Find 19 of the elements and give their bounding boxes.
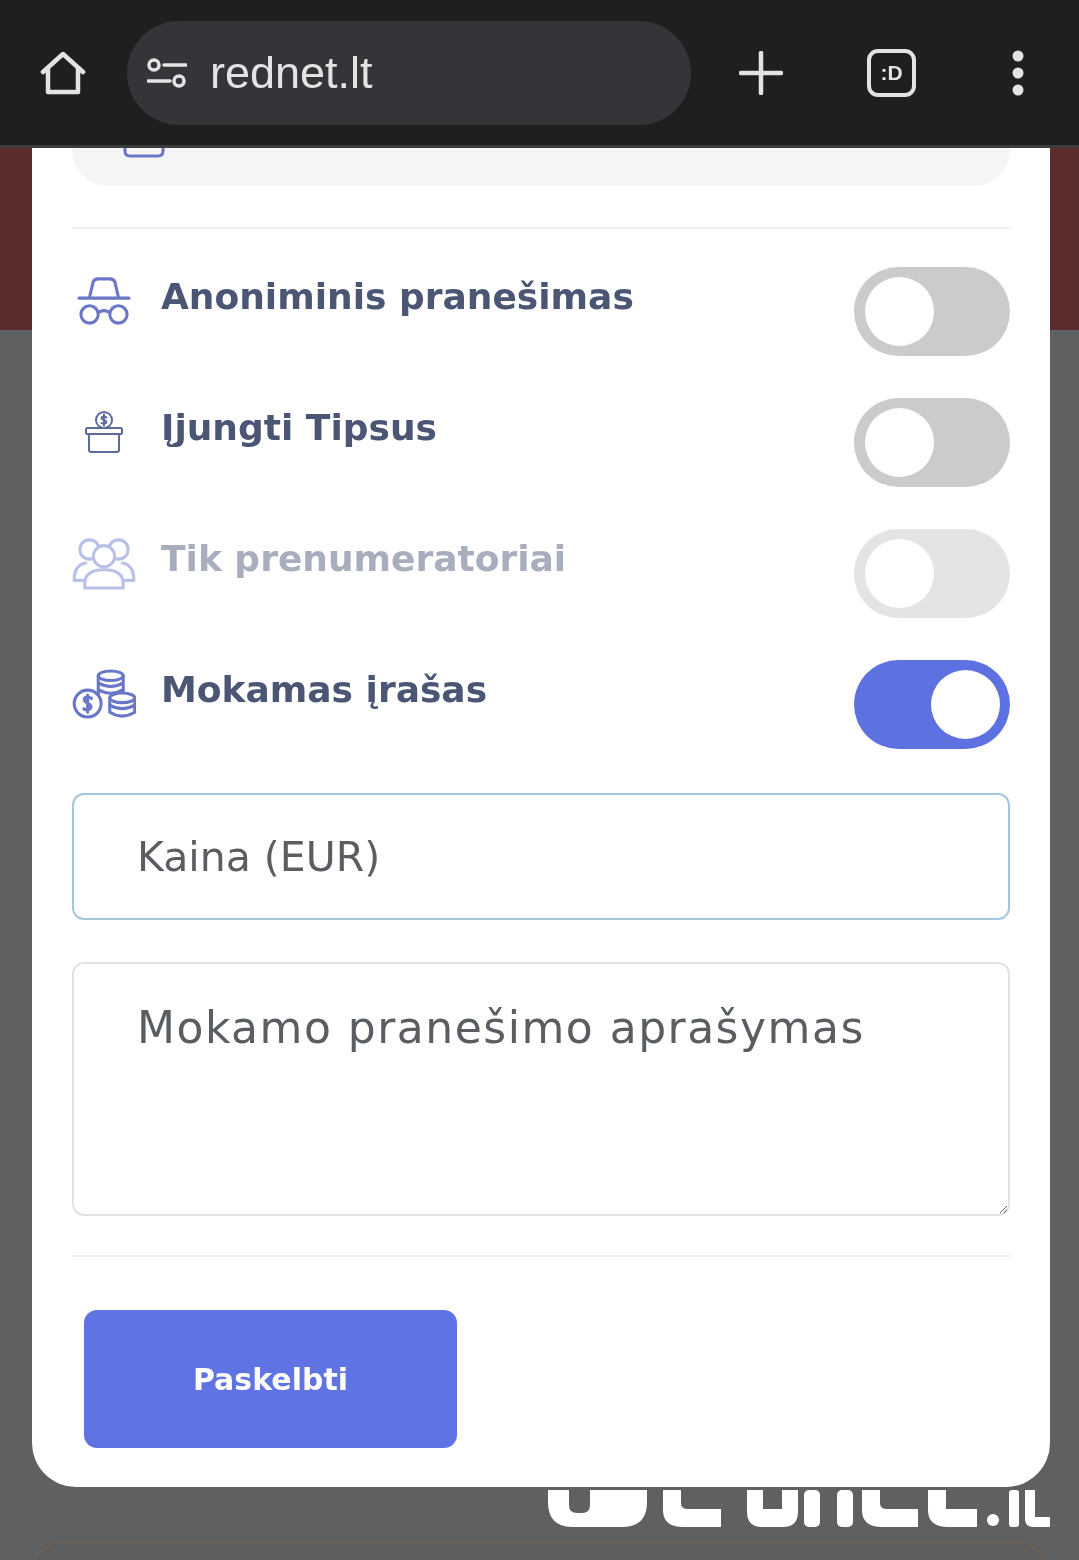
- toggle-label: Anoniminis pranešimas: [161, 276, 634, 318]
- publish-button[interactable]: Paskelbti: [84, 1310, 457, 1448]
- menu-icon[interactable]: [1010, 49, 1026, 96]
- address-bar[interactable]: rednet.lt: [127, 20, 691, 125]
- home-icon[interactable]: [40, 49, 86, 96]
- incognito-icon: [76, 276, 132, 326]
- toggle-label: Įjungti Tipsus: [161, 407, 437, 449]
- sliders-icon[interactable]: [147, 57, 187, 88]
- description-field[interactable]: Mokamo pranešimo aprašymas: [72, 962, 1010, 1216]
- plus-icon[interactable]: [739, 50, 783, 95]
- square-outline-icon: [123, 148, 165, 158]
- toggle-label: Tik prenumeratoriai: [161, 538, 567, 580]
- tab-switcher-button[interactable]: :D: [867, 48, 916, 97]
- users-icon: [72, 536, 136, 590]
- coin-box-icon: [84, 410, 124, 454]
- coins-icon: [72, 669, 136, 719]
- toggle-label: Mokamas įrašas: [161, 669, 488, 711]
- url-text: rednet.lt: [210, 46, 373, 99]
- price-field[interactable]: Kaina (EUR): [72, 793, 1010, 920]
